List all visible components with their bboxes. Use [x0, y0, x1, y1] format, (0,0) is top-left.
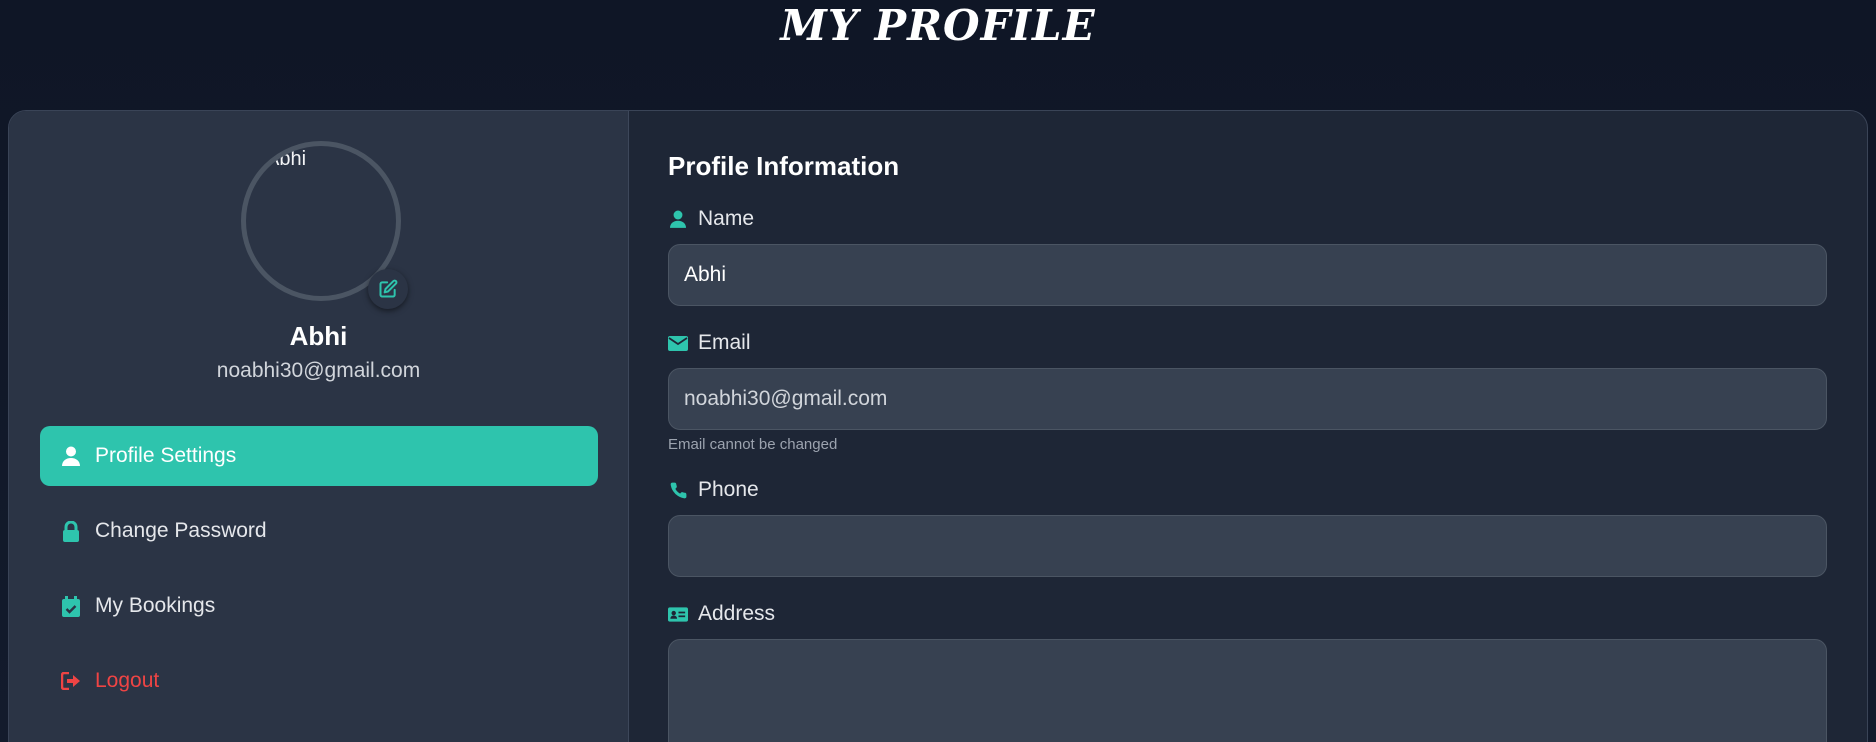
address-label-text: Address	[698, 602, 776, 625]
envelope-icon	[668, 333, 688, 353]
edit-icon	[379, 279, 398, 298]
address-field-group: Address	[668, 601, 1828, 742]
sidebar-item-profile-settings[interactable]: Profile Settings	[40, 426, 598, 486]
sidebar-item-label: Profile Settings	[95, 444, 237, 467]
profile-form: Profile Information Name Email Email can…	[629, 111, 1867, 742]
email-field-group: Email Email cannot be changed	[668, 330, 1828, 453]
section-title: Profile Information	[668, 151, 900, 181]
lock-icon	[60, 520, 82, 542]
sidebar-item-my-bookings[interactable]: My Bookings	[40, 576, 598, 636]
sidebar-item-label: Change Password	[95, 519, 267, 542]
email-label-text: Email	[698, 331, 751, 354]
edit-avatar-button[interactable]	[368, 269, 408, 309]
phone-field-group: Phone	[668, 477, 1828, 577]
sidebar-item-change-password[interactable]: Change Password	[40, 501, 598, 561]
sign-out-icon	[60, 670, 82, 692]
name-label-text: Name	[698, 207, 755, 230]
email-hint: Email cannot be changed	[668, 436, 838, 453]
calendar-check-icon	[60, 595, 82, 617]
user-icon	[60, 445, 82, 467]
user-icon	[668, 209, 688, 229]
name-input[interactable]	[668, 244, 1827, 306]
avatar-alt-text: Abhi	[266, 148, 307, 170]
phone-label-text: Phone	[698, 478, 759, 501]
page-title: MY PROFILE	[780, 1, 1096, 50]
sidebar-menu: Profile Settings Change Password My Book…	[40, 426, 598, 726]
name-label: Name	[668, 206, 1828, 232]
email-label: Email	[668, 330, 1828, 356]
email-input[interactable]	[668, 368, 1827, 430]
user-email: noabhi30@gmail.com	[216, 359, 421, 382]
address-label: Address	[668, 601, 1828, 627]
profile-sidebar: Abhi Abhi noabhi30@gmail.com Profile Set…	[9, 111, 629, 742]
phone-label: Phone	[668, 477, 1828, 503]
name-field-group: Name	[668, 206, 1828, 306]
sidebar-item-label: My Bookings	[95, 594, 216, 617]
phone-icon	[668, 480, 688, 500]
id-card-icon	[668, 604, 688, 624]
sidebar-item-label: Logout	[95, 669, 160, 692]
user-name: Abhi	[289, 321, 348, 351]
address-textarea[interactable]	[668, 639, 1827, 742]
profile-card: Abhi Abhi noabhi30@gmail.com Profile Set…	[8, 110, 1868, 742]
avatar-container: Abhi	[241, 141, 408, 309]
sidebar-item-logout[interactable]: Logout	[40, 651, 598, 711]
phone-input[interactable]	[668, 515, 1827, 577]
